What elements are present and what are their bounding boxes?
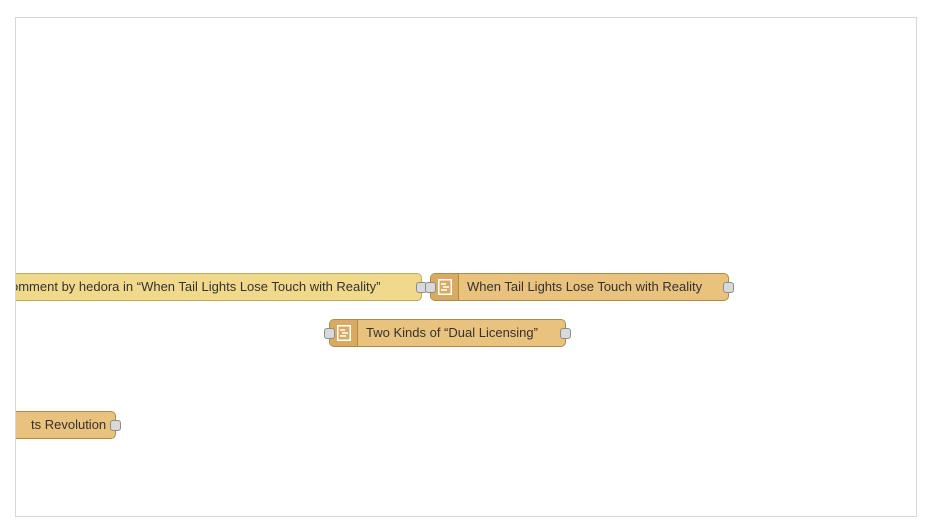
article-node-dual-licensing[interactable]: Two Kinds of “Dual Licensing” bbox=[324, 319, 571, 347]
comment-node[interactable]: omment by hedora in “When Tail Lights Lo… bbox=[15, 273, 427, 301]
article-node-revolution-output-port[interactable] bbox=[110, 420, 121, 431]
article-node-revolution-label: ts Revolution bbox=[31, 417, 107, 432]
article-node-tail-lights-input-port[interactable] bbox=[425, 282, 436, 293]
article-node-dual-licensing-label: Two Kinds of “Dual Licensing” bbox=[366, 325, 538, 340]
flow-workspace[interactable]: omment by hedora in “When Tail Lights Lo… bbox=[15, 17, 917, 517]
article-node-revolution[interactable]: ts Revolution bbox=[16, 411, 121, 439]
article-node-tail-lights-label: When Tail Lights Lose Touch with Reality bbox=[467, 279, 703, 294]
comment-node-label: omment by hedora in “When Tail Lights Lo… bbox=[15, 279, 381, 294]
article-node-tail-lights[interactable]: When Tail Lights Lose Touch with Reality bbox=[425, 273, 734, 301]
article-node-dual-licensing-output-port[interactable] bbox=[560, 328, 571, 339]
article-node-tail-lights-output-port[interactable] bbox=[723, 282, 734, 293]
article-node-dual-licensing-input-port[interactable] bbox=[324, 328, 335, 339]
